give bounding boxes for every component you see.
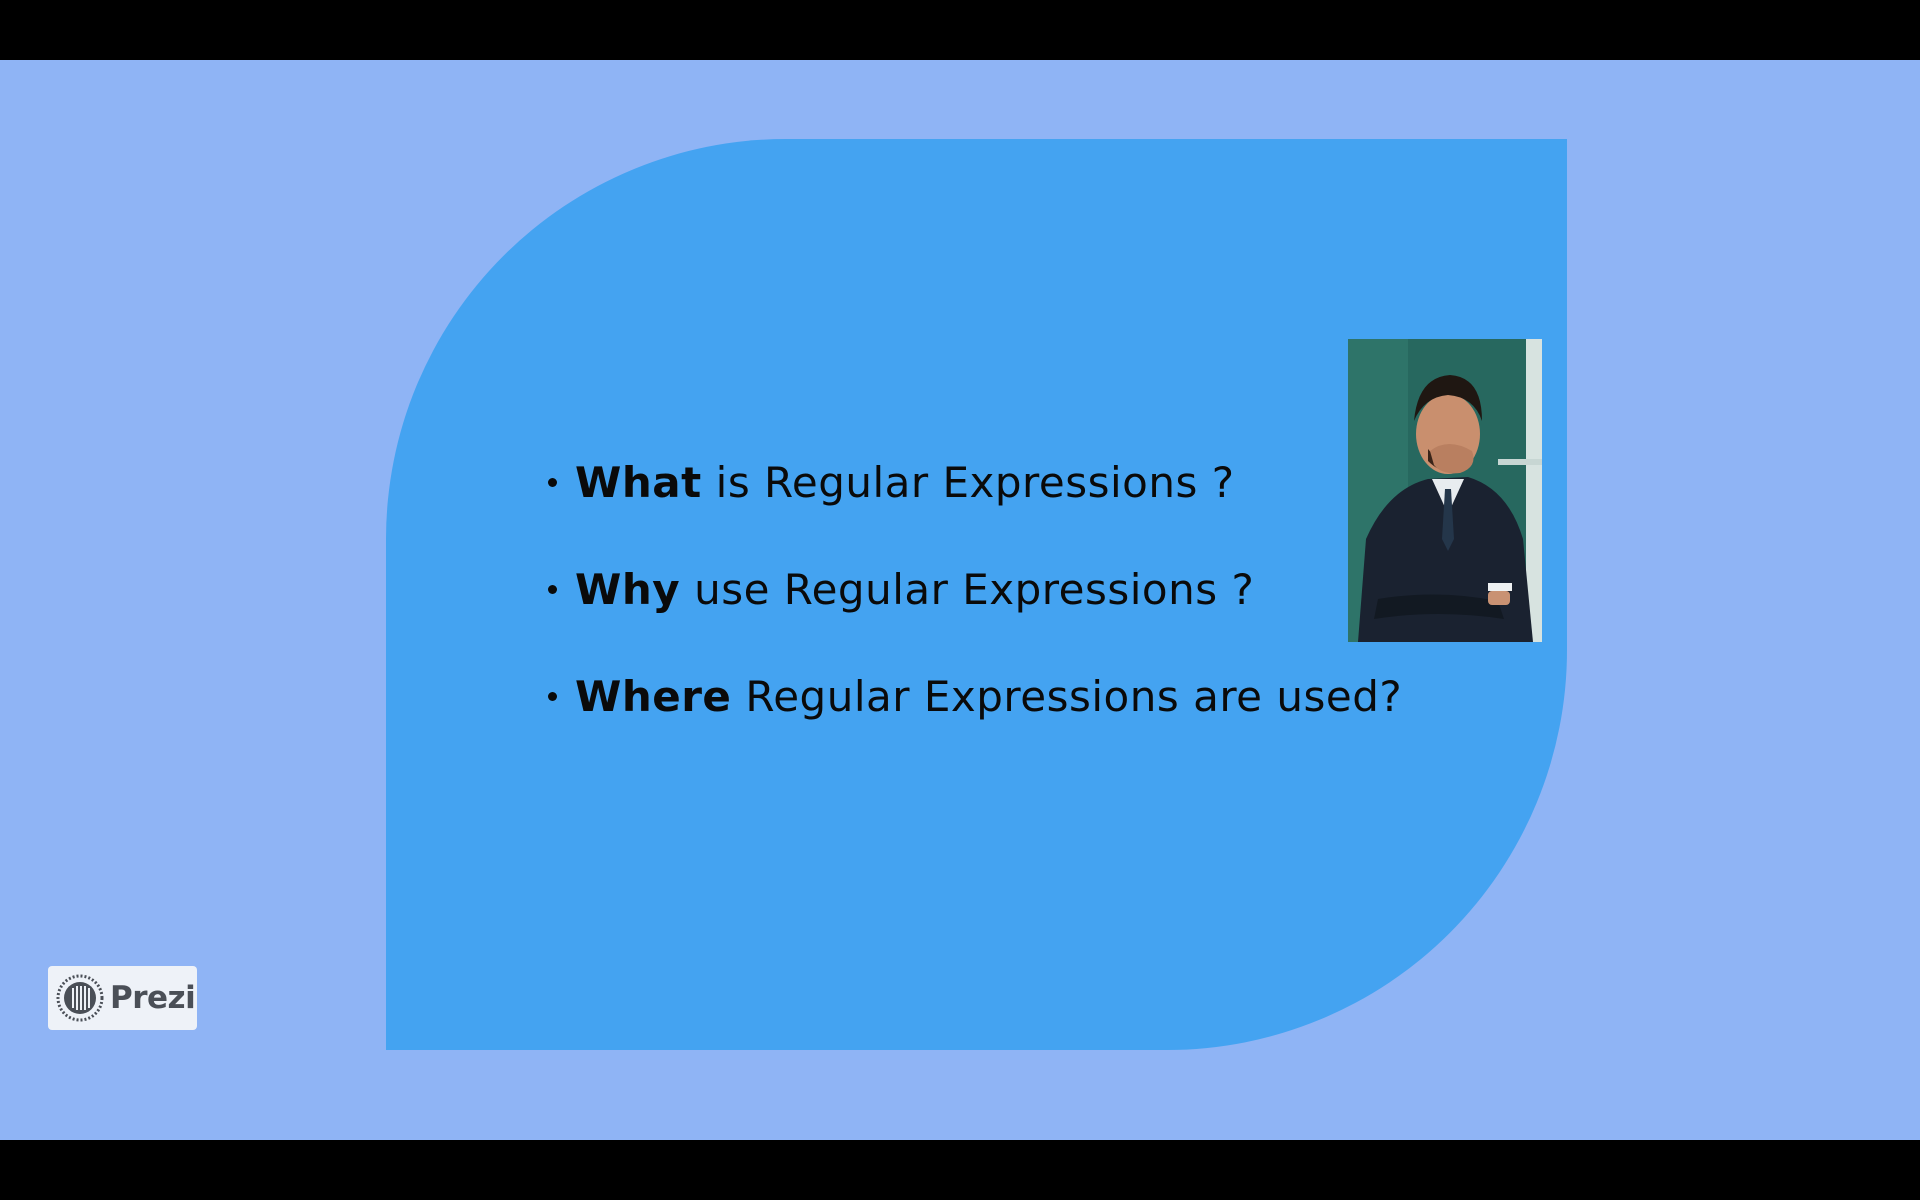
prezi-badge[interactable]: Prezi <box>48 966 197 1030</box>
bullet-dot-icon <box>548 584 557 594</box>
bullet-item-what: What is Regular Expressions ? <box>548 452 1402 512</box>
slide-canvas[interactable]: What is Regular Expressions ? Why use Re… <box>0 60 1920 1140</box>
bullet-item-why: Why use Regular Expressions ? <box>548 559 1402 619</box>
portrait-photo <box>1348 339 1542 642</box>
prezi-logo-text: Prezi <box>110 980 196 1016</box>
bullet-item-where: Where Regular Expressions are used? <box>548 666 1402 726</box>
bullet-keyword: Where <box>575 671 732 721</box>
bullet-keyword: Why <box>575 564 681 614</box>
bullet-list: What is Regular Expressions ? Why use Re… <box>548 452 1402 773</box>
bullet-keyword: What <box>575 457 702 507</box>
portrait-illustration <box>1348 339 1542 642</box>
bullet-text: use Regular Expressions ? <box>694 564 1255 614</box>
bullet-text: is Regular Expressions ? <box>715 457 1235 507</box>
presentation-viewer: What is Regular Expressions ? Why use Re… <box>0 0 1920 1200</box>
prezi-logo-icon <box>56 974 104 1022</box>
bullet-dot-icon <box>548 691 557 701</box>
bullet-text: Regular Expressions are used? <box>745 671 1403 721</box>
bullet-dot-icon <box>548 477 557 487</box>
